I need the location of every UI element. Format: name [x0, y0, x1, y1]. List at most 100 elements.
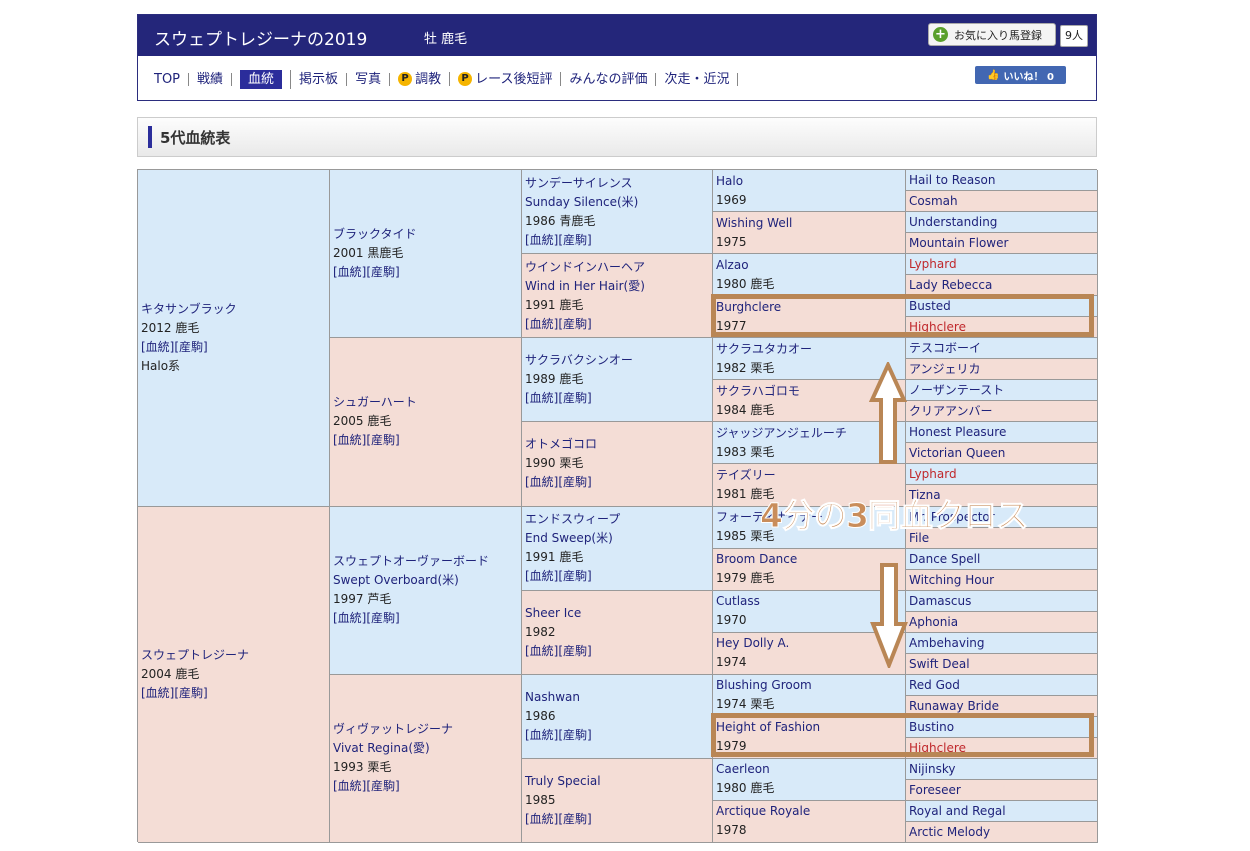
- gen5-cell: Dance Spell: [906, 548, 1098, 570]
- horse-name-link[interactable]: ノーザンテースト: [909, 380, 1004, 400]
- horse-name-link[interactable]: Understanding: [909, 212, 997, 232]
- horse-english-name[interactable]: Vivat Regina(愛): [333, 739, 521, 758]
- horse-name-link[interactable]: Royal and Regal: [909, 801, 1006, 821]
- horse-birth-color: 2005 鹿毛: [333, 414, 392, 429]
- nav-item-7[interactable]: みんなの評価: [561, 72, 657, 86]
- gen3-cell: ウインドインハーヘア Wind in Her Hair(愛) 1991 鹿毛 [血統]…: [522, 254, 713, 339]
- horse-name-link[interactable]: Nijinsky: [909, 759, 955, 779]
- nav-item-2[interactable]: 血統: [232, 69, 292, 89]
- pedigree-offspring-links[interactable]: [血統][産駒]: [525, 810, 712, 829]
- horse-name-link[interactable]: スウェプトレジーナ: [141, 646, 329, 665]
- nav-item-5[interactable]: P 調教: [390, 72, 451, 86]
- horse-name-link[interactable]: Wishing Well: [716, 214, 905, 233]
- favorite-register-button[interactable]: + お気に入り馬登録: [928, 23, 1056, 46]
- horse-name-link[interactable]: サクラバクシンオー: [525, 351, 712, 370]
- horse-name-link[interactable]: シュガーハート: [333, 393, 521, 412]
- horse-name-link[interactable]: Arctique Royale: [716, 802, 905, 821]
- nav-item-8[interactable]: 次走・近況: [656, 71, 739, 87]
- pedigree-offspring-links[interactable]: [血統][産駒]: [333, 777, 521, 796]
- nav-item-label: 血統: [240, 69, 283, 89]
- horse-name-link[interactable]: ブラックタイド: [333, 225, 521, 244]
- gen2-cell: ブラックタイド 2001 黒鹿毛 [血統][産駒]: [330, 170, 522, 339]
- horse-name-link[interactable]: Cosmah: [909, 191, 958, 211]
- nav-item-1[interactable]: 戦績: [189, 72, 233, 86]
- horse-birth-color: 1991 鹿毛: [525, 297, 584, 312]
- horse-name-link[interactable]: Nashwan: [525, 688, 712, 707]
- section-title: 5代血統表: [160, 129, 231, 147]
- nav-item-3[interactable]: 掲示板: [291, 72, 348, 86]
- gen5-cell: Understanding: [906, 212, 1098, 234]
- horse-name-link[interactable]: サンデーサイレンス: [525, 174, 712, 193]
- horse-name-link[interactable]: オトメゴコロ: [525, 435, 712, 454]
- horse-english-name[interactable]: Swept Overboard(米): [333, 571, 521, 590]
- gen4-cell: Blushing Groom 1974 栗毛: [713, 674, 906, 717]
- gen5-cell: Ambehaving: [906, 632, 1098, 654]
- pedigree-offspring-links[interactable]: [血統][産駒]: [333, 609, 521, 628]
- gen5-cell: テスコボーイ: [906, 338, 1098, 360]
- horse-name-link[interactable]: Red God: [909, 675, 960, 695]
- horse-name-link[interactable]: Lady Rebecca: [909, 275, 992, 295]
- nav-item-0[interactable]: TOP: [154, 72, 190, 86]
- horse-name-link[interactable]: クリアアンバー: [909, 401, 993, 421]
- gen3-cell: Nashwan 1986 [血統][産駒]: [522, 674, 713, 759]
- pedigree-offspring-links[interactable]: [血統][産駒]: [525, 315, 712, 334]
- horse-name-link[interactable]: Alzao: [716, 256, 905, 275]
- horse-sex-color: 牡 鹿毛: [424, 32, 468, 47]
- horse-name-link[interactable]: テイズリー: [716, 466, 905, 485]
- pedigree-offspring-links[interactable]: [血統][産駒]: [141, 684, 329, 703]
- nav-item-label: レース後短評: [475, 71, 553, 87]
- horse-name-link[interactable]: アンジェリカ: [909, 359, 981, 379]
- horse-birth-color: 1990 栗毛: [525, 456, 584, 471]
- horse-name-link[interactable]: Blushing Groom: [716, 676, 905, 695]
- horse-name-link[interactable]: Witching Hour: [909, 570, 994, 590]
- pedigree-offspring-links[interactable]: [血統][産駒]: [525, 567, 712, 586]
- nav-item-6[interactable]: P レース後短評: [450, 71, 562, 87]
- horse-name-link[interactable]: Swift Deal: [909, 654, 970, 674]
- horse-name-link[interactable]: Lyphard: [909, 464, 957, 484]
- horse-name-link[interactable]: Honest Pleasure: [909, 422, 1006, 442]
- horse-name-link[interactable]: Sheer Ice: [525, 604, 712, 623]
- horse-name-link[interactable]: Hail to Reason: [909, 170, 995, 190]
- favorite-count: 9人: [1060, 25, 1088, 47]
- horse-name-link[interactable]: Victorian Queen: [909, 443, 1005, 463]
- horse-english-name[interactable]: Sunday Silence(米): [525, 193, 712, 212]
- nav-item-4[interactable]: 写真: [347, 72, 391, 86]
- horse-name-link[interactable]: テスコボーイ: [909, 338, 981, 358]
- horse-name-link[interactable]: Lyphard: [909, 254, 957, 274]
- horse-birth-color: 1991 鹿毛: [525, 550, 584, 565]
- horse-name-link[interactable]: キタサンブラック: [141, 300, 329, 319]
- pedigree-offspring-links[interactable]: [血統][産駒]: [333, 431, 521, 450]
- horse-name-link[interactable]: Aphonia: [909, 612, 958, 632]
- horse-english-name[interactable]: Wind in Her Hair(愛): [525, 277, 712, 296]
- horse-name-link[interactable]: Halo: [716, 172, 905, 191]
- horse-birth-color: 1986 青鹿毛: [525, 213, 596, 228]
- horse-name-link[interactable]: サクラユタカオー: [716, 340, 905, 359]
- pedigree-offspring-links[interactable]: [血統][産駒]: [525, 473, 712, 492]
- horse-name-link[interactable]: Arctic Melody: [909, 822, 990, 842]
- horse-name-link[interactable]: ヴィヴァットレジーナ: [333, 720, 521, 739]
- horse-english-name[interactable]: End Sweep(米): [525, 529, 712, 548]
- gen5-cell: ノーザンテースト: [906, 380, 1098, 402]
- horse-name-link[interactable]: エンドスウィープ: [525, 510, 712, 529]
- horse-name-link[interactable]: Ambehaving: [909, 633, 985, 653]
- gen5-cell: Lyphard: [906, 464, 1098, 486]
- horse-name-link[interactable]: Truly Special: [525, 772, 712, 791]
- pedigree-offspring-links[interactable]: [血統][産駒]: [525, 231, 712, 250]
- horse-name-link[interactable]: ウインドインハーヘア: [525, 258, 712, 277]
- nav-item-label: 次走・近況: [664, 71, 730, 87]
- pedigree-offspring-links[interactable]: [血統][産駒]: [525, 642, 712, 661]
- like-button[interactable]: 👍 いいね！ 0: [975, 66, 1066, 84]
- horse-name-link[interactable]: Dance Spell: [909, 549, 980, 569]
- horse-name-link[interactable]: Mountain Flower: [909, 233, 1008, 253]
- gen5-cell: Arctic Melody: [906, 821, 1098, 843]
- pedigree-offspring-links[interactable]: [血統][産駒]: [525, 389, 712, 408]
- gen4-cell: Halo 1969: [713, 170, 906, 213]
- horse-name-link[interactable]: Damascus: [909, 591, 971, 611]
- pedigree-offspring-links[interactable]: [血統][産駒]: [333, 263, 521, 282]
- horse-name-link[interactable]: スウェプトオーヴァーボード: [333, 552, 521, 571]
- pedigree-offspring-links[interactable]: [血統][産駒]: [525, 726, 712, 745]
- pedigree-offspring-links[interactable]: [血統][産駒]: [141, 338, 329, 357]
- horse-name-link[interactable]: Foreseer: [909, 780, 961, 800]
- horse-name-link[interactable]: Caerleon: [716, 760, 905, 779]
- gen4-cell: Caerleon 1980 鹿毛: [713, 758, 906, 801]
